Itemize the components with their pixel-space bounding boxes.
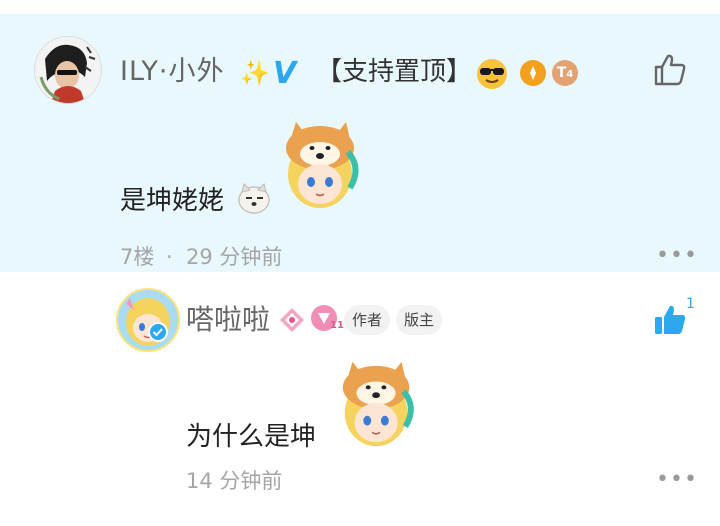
- timestamp: 14 分钟前: [186, 469, 283, 493]
- moderator-tag: 版主: [396, 305, 442, 335]
- sunglasses-emoji-icon: [476, 58, 508, 90]
- verified-v-icon: V: [273, 56, 297, 91]
- author-name[interactable]: 嗒啦啦: [186, 302, 270, 338]
- pink-level-badge-icon: 11: [310, 304, 344, 334]
- verified-check-icon: [148, 322, 168, 342]
- comment-text: 是坤姥姥: [120, 186, 225, 216]
- thumbs-up-icon[interactable]: [652, 52, 688, 88]
- user-avatar[interactable]: [116, 288, 180, 352]
- meta-separator: ·: [166, 245, 173, 269]
- pink-gem-badge-icon: [278, 306, 306, 334]
- shiba-girl-sticker-icon: [280, 118, 366, 214]
- more-options-icon[interactable]: •••: [656, 245, 698, 267]
- level-number: 11: [330, 320, 344, 331]
- support-pin-tag: 【支持置顶】: [316, 57, 473, 87]
- author-name[interactable]: ILY·小外: [120, 54, 225, 90]
- user-avatar[interactable]: [34, 36, 102, 104]
- thumbs-up-filled-icon[interactable]: [652, 302, 688, 338]
- level-badge-number: 4: [566, 69, 574, 80]
- like-count: 1: [686, 296, 695, 312]
- sparkle-icon: ✨: [240, 59, 270, 87]
- level-badge-letter: T: [556, 65, 567, 81]
- dog-emoji-icon: [236, 180, 272, 216]
- timestamp: 29 分钟前: [186, 245, 283, 269]
- gold-medal-icon: [520, 60, 546, 86]
- more-options-icon[interactable]: •••: [656, 469, 698, 491]
- author-tag: 作者: [344, 305, 390, 335]
- level-badge-icon: T4: [552, 60, 578, 86]
- comment-text: 为什么是坤: [186, 422, 317, 452]
- shiba-girl-sticker-icon: [334, 358, 424, 452]
- floor-number: 7楼: [120, 245, 155, 269]
